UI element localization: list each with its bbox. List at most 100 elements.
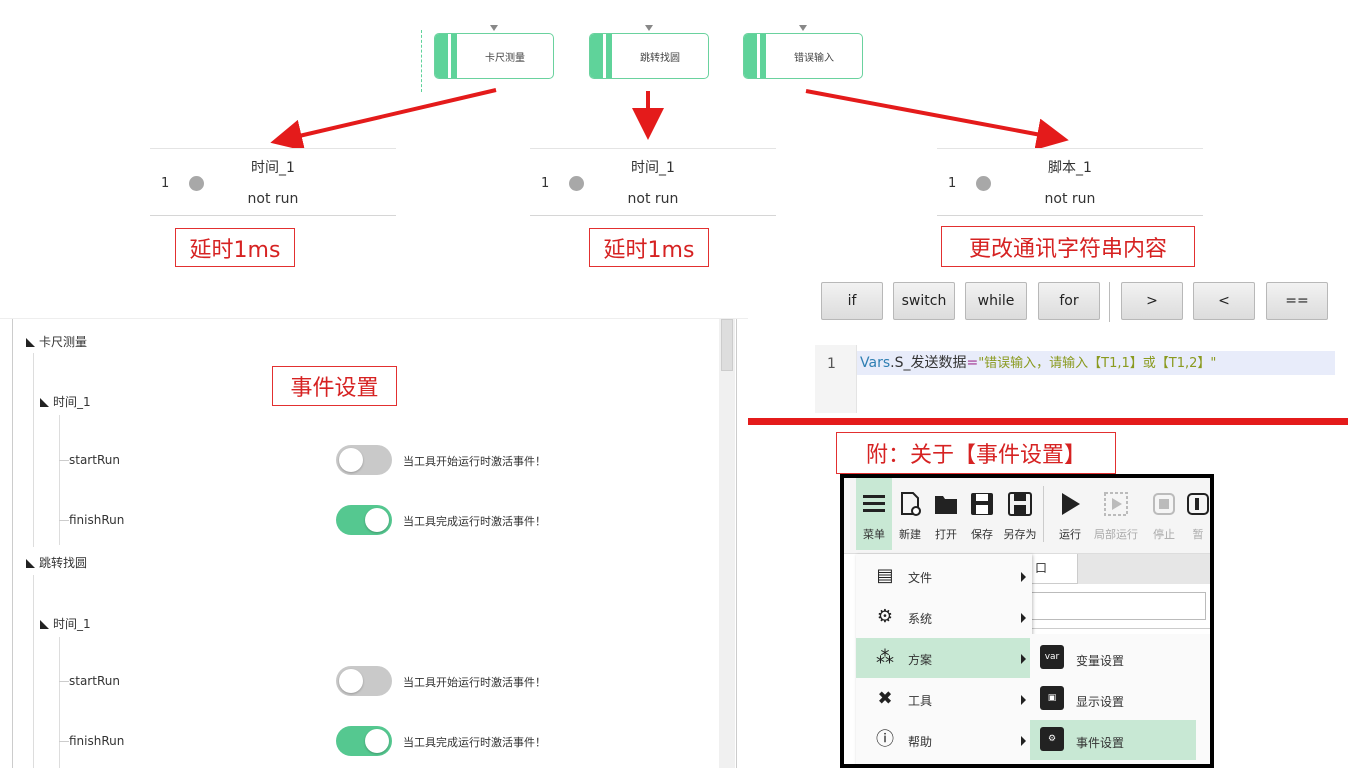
card-index: 1 <box>161 176 170 191</box>
menu-item-scheme[interactable]: ⁂ 方案 <box>856 638 1032 678</box>
tree-tool-timer[interactable]: 时间_1 <box>40 393 91 410</box>
main-toolbar: 菜单 新建 打开 保存 另存为 运行 局部运行 停止 暂 <box>844 478 1210 554</box>
event-description: 当工具开始运行时激活事件！ <box>403 455 546 468</box>
line-number: 1 <box>827 356 836 372</box>
keyword-while-button[interactable]: while <box>965 282 1027 320</box>
submenu-item-variable-settings[interactable]: var 变量设置 <box>1030 638 1196 678</box>
event-icon: ⚙ <box>1040 727 1064 751</box>
expand-triangle-icon <box>40 398 49 407</box>
main-dropdown-menu: ▤ 文件 ⚙ 系统 ⁂ 方案 ✖ 工具 ⓘ 帮助 <box>856 554 1032 764</box>
operator-eq-button[interactable]: == <box>1266 282 1328 320</box>
menu-item-help[interactable]: ⓘ 帮助 <box>856 720 1032 760</box>
tree-branch <box>59 741 69 742</box>
vertical-scrollbar[interactable] <box>719 319 735 768</box>
card-status: not run <box>627 191 679 207</box>
toolbar-run-button[interactable]: 运行 <box>1052 478 1088 550</box>
menu-screenshot: 菜单 新建 打开 保存 另存为 运行 局部运行 停止 暂 口 ▤ 文件 ⚙ 系统… <box>840 474 1214 768</box>
event-name: startRun <box>69 453 120 467</box>
tree-group-caliper[interactable]: 卡尺测量 <box>26 333 87 350</box>
tab-label: 口 <box>1035 561 1048 575</box>
expand-triangle-icon <box>26 559 35 568</box>
code-token-string: "错误输入，请输入【T1,1】或【T1,2】" <box>978 356 1217 371</box>
code-editor[interactable]: 1 Vars.S_发送数据="错误输入，请输入【T1,1】或【T1,2】" <box>815 345 1335 413</box>
status-dot-icon <box>189 176 204 191</box>
background-rule <box>1030 628 1210 629</box>
keyword-switch-button[interactable]: switch <box>893 282 955 320</box>
scrollbar-thumb[interactable] <box>721 319 733 371</box>
annotation-delay-left: 延时1ms <box>175 228 295 267</box>
event-name: startRun <box>69 674 120 688</box>
annotation-delay-center: 延时1ms <box>589 228 709 267</box>
toolbar-save-as-button[interactable]: 另存为 <box>1002 478 1038 550</box>
status-card-script[interactable]: 1 脚本_1 not run <box>937 148 1203 216</box>
folder-open-icon <box>935 496 957 514</box>
annotation-appendix: 附：关于【事件设置】 <box>836 432 1116 474</box>
variable-icon: var <box>1040 645 1064 669</box>
display-icon: ▣ <box>1040 686 1064 710</box>
toolbar-label: 另存为 <box>1003 528 1037 541</box>
operator-gt-button[interactable]: > <box>1121 282 1183 320</box>
menu-item-system[interactable]: ⚙ 系统 <box>856 597 1032 637</box>
submenu-item-label: 显示设置 <box>1076 695 1125 709</box>
background-input-box[interactable] <box>1030 592 1206 620</box>
status-card-timer-2[interactable]: 1 时间_1 not run <box>530 148 776 216</box>
background-strip <box>1078 554 1210 584</box>
scheme-icon: ⁂ <box>876 647 894 668</box>
tools-icon: ✖ <box>877 688 893 709</box>
toolbar-save-button[interactable]: 保存 <box>964 478 1000 550</box>
toolbar-new-button[interactable]: 新建 <box>892 478 928 550</box>
event-toggle-finishrun[interactable] <box>336 726 392 756</box>
code-token-object: Vars <box>860 355 891 371</box>
card-tool-name: 时间_1 <box>631 160 675 176</box>
partial-run-icon <box>1104 492 1128 516</box>
tree-group-label: 卡尺测量 <box>39 335 88 349</box>
arrow-left <box>270 88 497 152</box>
tree-tool-label: 时间_1 <box>53 617 91 631</box>
event-description: 当工具完成运行时激活事件！ <box>403 515 546 528</box>
annotation-script-change: 更改通讯字符串内容 <box>941 226 1195 267</box>
tree-branch <box>59 520 69 521</box>
event-toggle-startrun[interactable] <box>336 666 392 696</box>
save-as-icon <box>1008 492 1032 516</box>
submenu-item-display-settings[interactable]: ▣ 显示设置 <box>1030 679 1196 719</box>
panel-left-border <box>12 319 13 768</box>
operator-lt-button[interactable]: < <box>1193 282 1255 320</box>
menu-item-file[interactable]: ▤ 文件 <box>856 556 1032 596</box>
arrow-right <box>805 89 1069 151</box>
keyword-for-button[interactable]: for <box>1038 282 1100 320</box>
menu-icon <box>863 495 885 512</box>
tree-group-jump[interactable]: 跳转找圆 <box>26 554 87 571</box>
file-icon: ▤ <box>876 565 894 586</box>
toolbar-label: 局部运行 <box>1094 528 1138 541</box>
menu-item-tools[interactable]: ✖ 工具 <box>856 679 1032 719</box>
expand-triangle-icon <box>40 620 49 629</box>
toolbar-menu-button[interactable]: 菜单 <box>856 478 892 550</box>
tree-tool-timer[interactable]: 时间_1 <box>40 615 91 632</box>
submenu-item-event-settings[interactable]: ⚙ 事件设置 <box>1030 720 1196 760</box>
card-status: not run <box>1044 191 1096 207</box>
menu-item-label: 帮助 <box>908 735 933 749</box>
card-tool-name: 脚本_1 <box>1048 160 1092 176</box>
tree-guide-line <box>59 637 60 768</box>
toolbar-partial-run-button[interactable]: 局部运行 <box>1094 478 1138 550</box>
event-toggle-finishrun[interactable] <box>336 505 392 535</box>
background-tab[interactable]: 口 <box>1030 554 1078 584</box>
menu-item-label: 工具 <box>908 694 933 708</box>
event-toggle-startrun[interactable] <box>336 445 392 475</box>
code-line[interactable]: Vars.S_发送数据="错误输入，请输入【T1,1】或【T1,2】" <box>857 351 1335 375</box>
event-name: finishRun <box>69 513 125 527</box>
toggle-knob <box>339 669 363 693</box>
red-divider-line <box>748 418 1348 425</box>
menu-item-label: 系统 <box>908 612 933 626</box>
event-description: 当工具完成运行时激活事件！ <box>403 736 546 749</box>
toolbar-pause-button[interactable]: 暂 <box>1180 478 1210 550</box>
panel-right-border <box>736 319 737 768</box>
play-icon <box>1062 493 1080 515</box>
save-icon <box>971 493 993 515</box>
keyword-if-button[interactable]: if <box>821 282 883 320</box>
card-status: not run <box>247 191 299 207</box>
status-card-timer-1[interactable]: 1 时间_1 not run <box>150 148 396 216</box>
toolbar-label: 运行 <box>1059 528 1081 541</box>
card-index: 1 <box>948 176 957 191</box>
toolbar-open-button[interactable]: 打开 <box>928 478 964 550</box>
